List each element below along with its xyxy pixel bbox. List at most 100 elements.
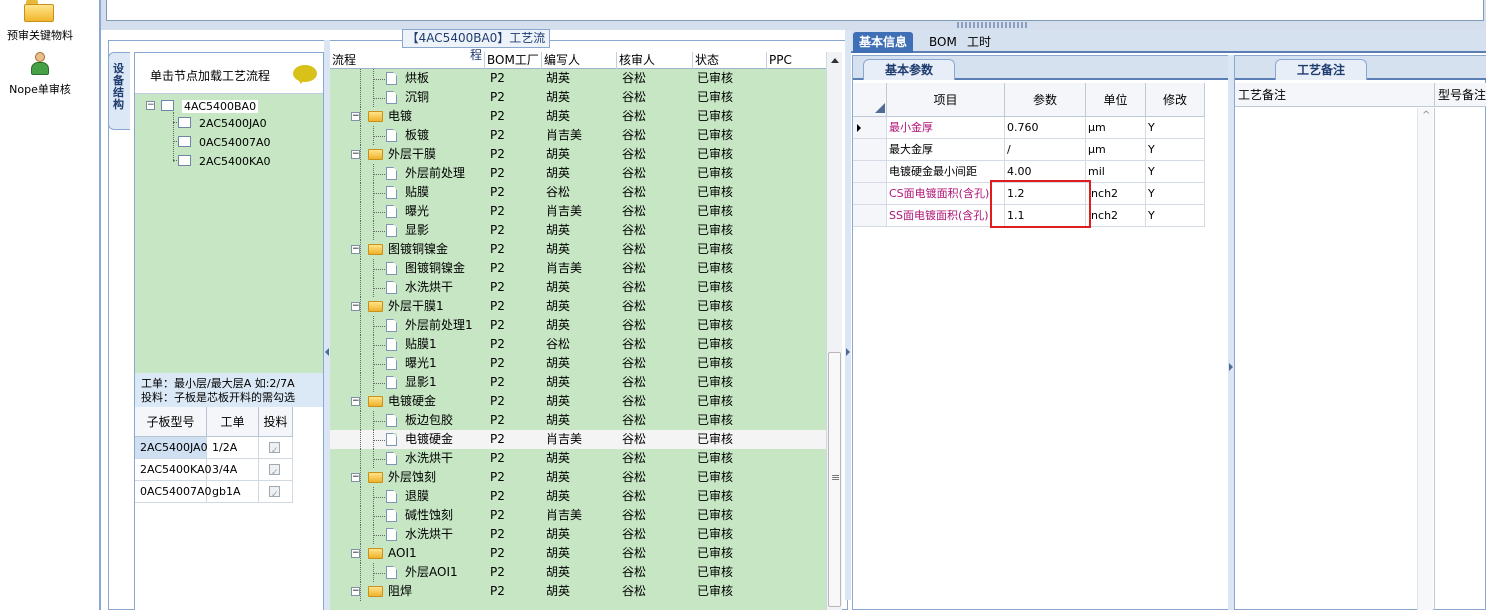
tab-device-structure[interactable]: 设备结构 (108, 52, 130, 130)
grid-row[interactable]: − 外层干膜 P2 胡英 谷松 已审核 (330, 145, 826, 164)
notes-scrollbar[interactable] (1417, 108, 1433, 610)
tab-basic-params[interactable]: 基本参数 (863, 59, 955, 80)
subboard-feed-cell[interactable] (259, 459, 293, 484)
grid-row[interactable]: 退膜 P2 胡英 谷松 已审核 (330, 487, 826, 506)
grid-row[interactable]: 贴膜1 P2 谷松 谷松 已审核 (330, 335, 826, 354)
column-header[interactable]: 核审人 (617, 52, 693, 69)
column-header[interactable]: PPC (767, 52, 826, 69)
column-header[interactable]: 工单 (207, 407, 259, 437)
subboard-feed-cell[interactable] (259, 437, 293, 462)
subboard-model-cell[interactable]: 2AC5400KA0 (135, 459, 212, 481)
scroll-thumb[interactable] (828, 352, 841, 607)
grid-row[interactable]: 碱性蚀刻 P2 肖吉美 谷松 已审核 (330, 506, 826, 525)
collapse-icon[interactable]: − (351, 302, 360, 311)
column-header[interactable]: 状态 (693, 52, 767, 69)
collapse-icon[interactable]: − (146, 101, 155, 110)
grid-row[interactable]: 曝光1 P2 胡英 谷松 已审核 (330, 354, 826, 373)
column-header[interactable]: 型号备注 (1435, 83, 1486, 107)
grid-row[interactable]: − 电镀硬金 P2 胡英 谷松 已审核 (330, 392, 826, 411)
grid-scrollbar[interactable] (826, 52, 842, 610)
column-header[interactable]: 项目 (887, 83, 1005, 117)
grid-row[interactable]: 外层AOI1 P2 胡英 谷松 已审核 (330, 563, 826, 582)
tab-bom[interactable]: BOM (923, 32, 963, 53)
tab-basic-info[interactable]: 基本信息 (853, 32, 914, 53)
grid-row[interactable]: − 阻焊 P2 胡英 谷松 已审核 (330, 582, 826, 601)
collapse-icon[interactable]: − (351, 245, 360, 254)
row-selector[interactable] (853, 183, 887, 205)
grid-row[interactable]: 水洗烘干 P2 胡英 谷松 已审核 (330, 278, 826, 297)
grid-row[interactable]: 板边包胶 P2 胡英 谷松 已审核 (330, 411, 826, 430)
nav-item-nope-review[interactable]: Nope单审核 (0, 81, 80, 97)
tree-child-node[interactable]: 0AC54007A0 (199, 136, 271, 149)
collapse-arrow-icon[interactable] (325, 348, 329, 356)
row-header-corner[interactable] (853, 83, 887, 117)
grid-row[interactable]: 板镀 P2 肖吉美 谷松 已审核 (330, 126, 826, 145)
grid-row[interactable]: 电镀硬金 P2 肖吉美 谷松 已审核 (330, 430, 826, 449)
grid-row[interactable]: 外层前处理1 P2 胡英 谷松 已审核 (330, 316, 826, 335)
row-selector[interactable] (853, 139, 887, 161)
comment-icon[interactable] (293, 65, 317, 84)
grid-row[interactable]: 显影 P2 胡英 谷松 已审核 (330, 221, 826, 240)
param-value-cell[interactable]: 0.760 (1005, 117, 1086, 139)
collapse-arrow-icon[interactable] (846, 348, 850, 356)
grid-row[interactable]: 显影1 P2 胡英 谷松 已审核 (330, 373, 826, 392)
subboard-order-cell[interactable]: 1/2A (207, 437, 259, 459)
column-header[interactable]: 编写人 (542, 52, 617, 69)
top-input[interactable] (106, 0, 1484, 21)
column-header[interactable]: 工艺备注 (1235, 83, 1435, 107)
scroll-up-icon[interactable] (831, 58, 839, 63)
collapse-icon[interactable]: − (351, 587, 360, 596)
folder-icon[interactable] (24, 0, 54, 22)
grid-row[interactable]: − 外层蚀刻 P2 胡英 谷松 已审核 (330, 468, 826, 487)
subboard-model-cell[interactable]: 0AC54007A0 (135, 481, 212, 503)
feed-checkbox[interactable] (269, 440, 280, 462)
column-header[interactable]: 子板型号 (135, 407, 207, 437)
reviewer-cell: 谷松 (622, 109, 647, 123)
nav-item-prereview[interactable]: 预审关键物料 (0, 27, 80, 43)
grid-collapse-bar[interactable] (845, 30, 851, 600)
grid-row[interactable]: − 电镀 P2 胡英 谷松 已审核 (330, 107, 826, 126)
column-header[interactable]: 投料 (259, 407, 293, 437)
collapse-arrow-icon[interactable] (1229, 363, 1233, 371)
grid-row[interactable]: 曝光 P2 肖吉美 谷松 已审核 (330, 202, 826, 221)
tree-root-node[interactable]: 4AC5400BA0 (182, 100, 259, 113)
column-header[interactable]: BOM工厂 (485, 52, 542, 69)
grid-row[interactable]: − 图镀铜镍金 P2 胡英 谷松 已审核 (330, 240, 826, 259)
grid-row[interactable]: 外层前处理 P2 胡英 谷松 已审核 (330, 164, 826, 183)
param-value-cell[interactable]: / (1005, 139, 1086, 161)
subboard-model-cell[interactable]: 2AC5400JA0 (135, 437, 208, 459)
splitter-grip[interactable] (957, 22, 1027, 28)
tree-child-node[interactable]: 2AC5400KA0 (199, 155, 271, 168)
column-header[interactable]: 修改 (1146, 83, 1205, 117)
subboard-order-cell[interactable]: gb1A (207, 481, 259, 503)
grid-row[interactable]: − AOI1 P2 胡英 谷松 已审核 (330, 544, 826, 563)
collapse-icon[interactable]: − (351, 150, 360, 159)
row-selector[interactable] (853, 161, 887, 183)
grid-row[interactable]: − 外层干膜1 P2 胡英 谷松 已审核 (330, 297, 826, 316)
grid-row[interactable]: 水洗烘干 P2 胡英 谷松 已审核 (330, 449, 826, 468)
feed-checkbox[interactable] (269, 462, 280, 484)
grid-row[interactable]: 图镀铜镍金 P2 肖吉美 谷松 已审核 (330, 259, 826, 278)
user-icon[interactable] (30, 52, 50, 76)
collapse-icon[interactable]: − (351, 549, 360, 558)
subboard-table: 子板型号 工单 投料 2AC5400JA01/2A2AC5400KA03/4A0… (135, 407, 323, 610)
collapse-icon[interactable]: − (351, 473, 360, 482)
collapse-icon[interactable]: − (351, 397, 360, 406)
grid-row[interactable]: 沉铜 P2 胡英 谷松 已审核 (330, 88, 826, 107)
grid-row[interactable]: 贴膜 P2 谷松 谷松 已审核 (330, 183, 826, 202)
tab-work-hours[interactable]: 工时 (961, 32, 997, 53)
column-header[interactable]: 单位 (1086, 83, 1146, 117)
collapse-icon[interactable]: − (351, 112, 360, 121)
row-selector[interactable] (853, 117, 887, 139)
status-cell: 已审核 (697, 71, 734, 85)
subboard-feed-cell[interactable] (259, 481, 293, 506)
tree-child-node[interactable]: 2AC5400JA0 (199, 117, 267, 130)
grid-row[interactable]: 烘板 P2 胡英 谷松 已审核 (330, 69, 826, 88)
column-header[interactable]: 流程 (330, 52, 485, 69)
column-header[interactable]: 参数 (1005, 83, 1086, 117)
tab-process-notes[interactable]: 工艺备注 (1275, 59, 1367, 80)
subboard-order-cell[interactable]: 3/4A (207, 459, 259, 481)
grid-row[interactable]: 水洗烘干 P2 胡英 谷松 已审核 (330, 525, 826, 544)
feed-checkbox[interactable] (269, 484, 280, 506)
row-selector[interactable] (853, 205, 887, 227)
